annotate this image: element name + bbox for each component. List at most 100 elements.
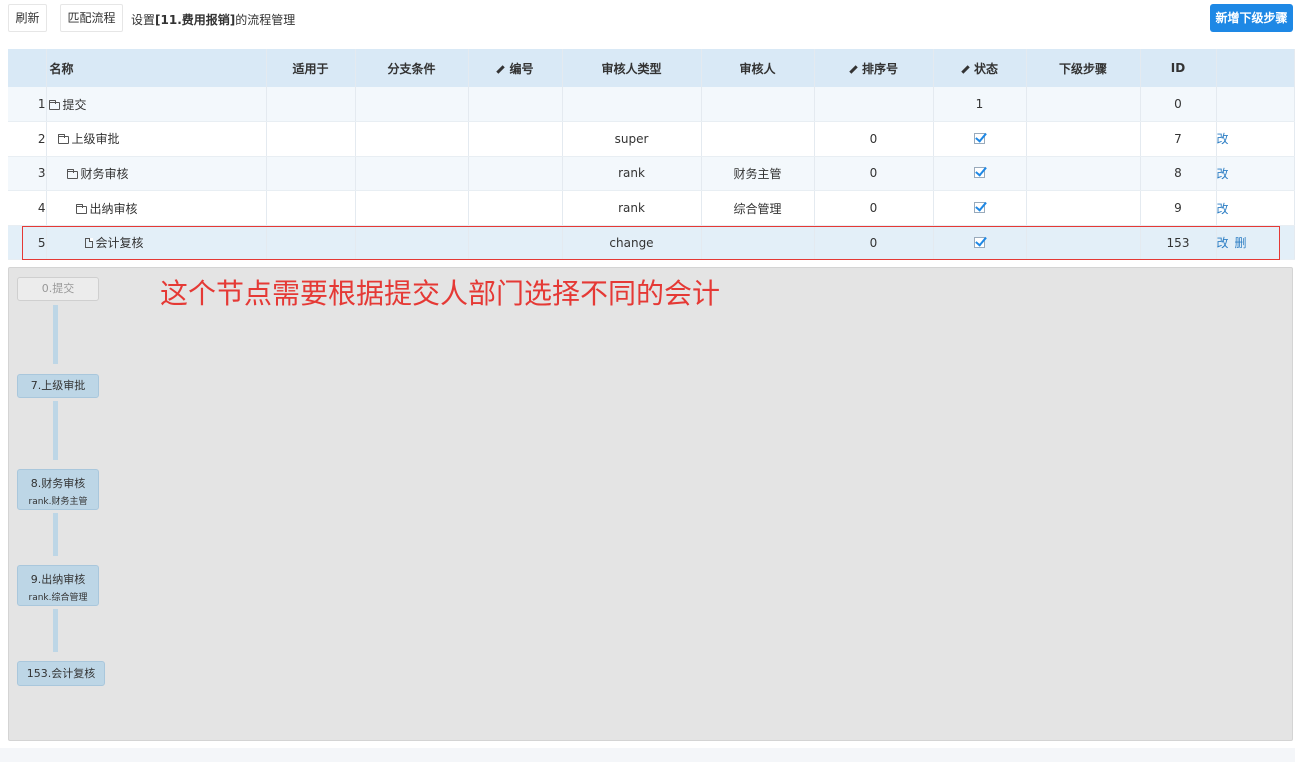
row-number [468,156,563,192]
row-name-cell[interactable]: 财务审核 [46,156,267,192]
edit-pencil-icon [496,64,506,74]
status-checkbox-icon[interactable] [974,132,985,144]
toolbar: 刷新 匹配流程 设置[11.费用报销]的流程管理 新增下级步骤 [0,0,1295,36]
row-status[interactable] [933,190,1027,226]
edit-link[interactable]: 改 [1217,132,1229,146]
row-actions: 改 [1216,156,1295,192]
footer-bar [0,748,1295,762]
row-index: 4 [8,190,47,226]
flow-node-submit[interactable]: 0.提交 [17,277,99,301]
row-applies-to [266,225,356,261]
row-branch-condition [355,190,469,226]
flow-node-label: 0.提交 [41,282,75,295]
annotation-text: 这个节点需要根据提交人部门选择不同的会计 [160,277,721,310]
col-id[interactable]: ID [1140,49,1217,87]
col-status-label: 状态 [973,61,998,76]
row-reviewer [701,87,815,123]
flow-node-label: 9.出纳审核 [30,573,86,586]
row-name: 财务审核 [80,166,129,181]
table-row[interactable]: 1 提交 1 0 [8,87,1295,123]
row-actions: 改 [1216,190,1295,226]
row-reviewer-type [562,87,702,123]
delete-link[interactable]: 删 [1235,236,1247,250]
flow-node-sublabel: rank.综合管理 [28,593,88,603]
row-reviewer: 综合管理 [701,190,815,226]
row-status[interactable] [933,121,1027,157]
row-index: 1 [8,87,47,123]
status-checkbox-icon[interactable] [974,236,985,248]
flow-node-accounting-recheck[interactable]: 153.会计复核 [17,661,105,686]
col-status[interactable]: 状态 [933,49,1027,87]
col-name[interactable]: 名称 [46,49,267,87]
row-reviewer [701,225,815,261]
table-row[interactable]: 3 财务审核 rank 财务主管 0 8 改 [8,156,1295,192]
status-checkbox-icon[interactable] [974,202,985,214]
row-number [468,87,563,123]
row-status: 1 [933,87,1027,123]
edit-link[interactable]: 改 [1217,167,1229,181]
row-next-step [1026,190,1141,226]
add-next-step-button[interactable]: 新增下级步骤 [1210,4,1293,32]
row-actions: 改 [1216,121,1295,157]
row-name-cell[interactable]: 会计复核 [46,225,267,261]
col-next-step[interactable]: 下级步骤 [1026,49,1141,87]
title-suffix: 的流程管理 [235,13,296,27]
match-flow-button[interactable]: 匹配流程 [60,4,123,32]
row-name: 会计复核 [95,236,144,251]
row-status[interactable] [933,156,1027,192]
flow-node-finance-review[interactable]: 8.财务审核 rank.财务主管 [17,469,99,510]
row-actions: 改删 [1216,225,1295,261]
row-sort-no [814,87,934,123]
flow-node-label: 153.会计复核 [26,667,96,680]
row-name-cell[interactable]: 出纳审核 [46,190,267,226]
row-name-cell[interactable]: 提交 [46,87,267,123]
row-reviewer-type: change [562,225,702,261]
edit-pencil-icon [849,64,858,74]
col-reviewer[interactable]: 审核人 [701,49,815,87]
table-row[interactable]: 5 会计复核 change 0 153 改删 [8,225,1295,261]
edit-link[interactable]: 改 [1217,236,1229,250]
row-next-step [1026,121,1141,157]
row-number [468,121,563,157]
row-status[interactable] [933,225,1027,261]
row-index: 3 [8,156,47,192]
col-branch-condition[interactable]: 分支条件 [355,49,469,87]
row-next-step [1026,225,1141,261]
flow-connector [53,609,58,652]
edit-link[interactable]: 改 [1217,202,1229,216]
row-applies-to [266,190,356,226]
col-applies-to[interactable]: 适用于 [266,49,356,87]
row-sort-no: 0 [814,156,934,192]
folder-icon [75,203,87,214]
flow-node-cashier-review[interactable]: 9.出纳审核 rank.综合管理 [17,565,99,606]
flow-node-label: 7.上级审批 [30,379,86,392]
row-id: 7 [1140,121,1217,157]
row-id: 8 [1140,156,1217,192]
folder-icon [48,99,60,110]
col-number-label: 编号 [509,61,534,76]
row-sort-no: 0 [814,190,934,226]
flow-node-superior-approval[interactable]: 7.上级审批 [17,374,99,398]
row-next-step [1026,87,1141,123]
row-sort-no: 0 [814,225,934,261]
col-reviewer-type[interactable]: 审核人类型 [562,49,702,87]
table-row[interactable]: 2 上级审批 super 0 7 改 [8,121,1295,157]
refresh-button[interactable]: 刷新 [8,4,47,32]
page-title: 设置[11.费用报销]的流程管理 [131,11,295,28]
row-number [468,190,563,226]
col-sort-no[interactable]: 排序号 [814,49,934,87]
table-row[interactable]: 4 出纳审核 rank 综合管理 0 9 改 [8,190,1295,226]
row-reviewer-type: rank [562,190,702,226]
row-applies-to [266,87,356,123]
folder-icon [57,134,69,145]
col-number[interactable]: 编号 [468,49,563,87]
row-name-cell[interactable]: 上级审批 [46,121,267,157]
row-reviewer [701,121,815,157]
row-branch-condition [355,121,469,157]
row-id: 9 [1140,190,1217,226]
row-reviewer-type: super [562,121,702,157]
row-name: 出纳审核 [89,201,138,216]
title-prefix: 设置 [131,13,156,27]
row-id: 0 [1140,87,1217,123]
status-checkbox-icon[interactable] [974,167,985,179]
